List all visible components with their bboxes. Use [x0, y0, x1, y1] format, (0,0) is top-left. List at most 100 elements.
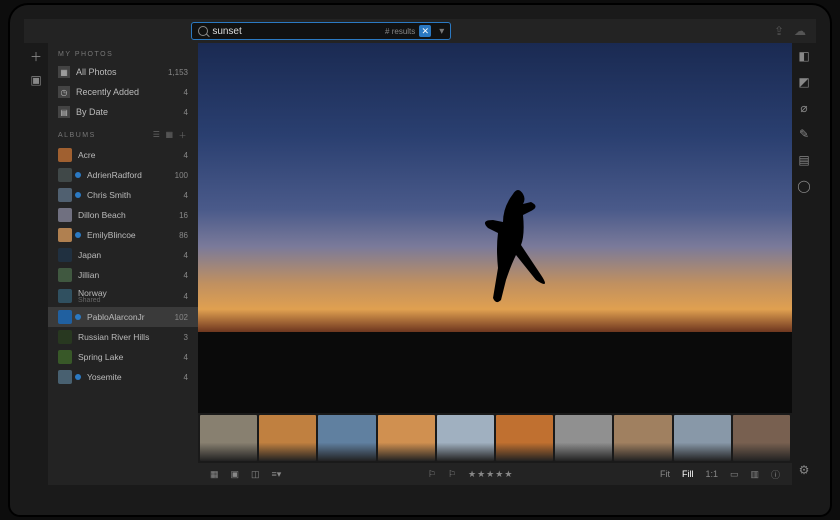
search-field[interactable]: # results ✕ ▾	[191, 22, 451, 40]
album-name: Acre	[78, 150, 95, 160]
filmstrip-thumb[interactable]	[200, 415, 257, 461]
album-name: PabloAlarconJr	[87, 312, 145, 322]
album-thumb	[58, 350, 72, 364]
cloud-sync-icon[interactable]: ☁	[794, 24, 806, 38]
album-sublabel: Shared	[78, 297, 178, 304]
settings-icon[interactable]: ⚙	[797, 463, 811, 477]
album-item[interactable]: EmilyBlincoe86	[48, 225, 198, 245]
album-name: Dillon Beach	[78, 210, 126, 220]
album-item[interactable]: PabloAlarconJr 102	[48, 307, 198, 327]
filmstrip-thumb[interactable]	[378, 415, 435, 461]
clear-search-button[interactable]: ✕	[419, 25, 431, 37]
album-item[interactable]: AdrienRadford100	[48, 165, 198, 185]
view-grid-button[interactable]: ▦	[206, 467, 223, 482]
nav-label: By Date	[76, 107, 108, 117]
filmstrip-thumb[interactable]	[733, 415, 790, 461]
album-thumb	[58, 248, 72, 262]
view-list-icon[interactable]: ☰	[153, 130, 162, 141]
left-rail: ＋ ▣	[24, 43, 48, 485]
album-thumb	[58, 268, 72, 282]
album-count: 4	[184, 251, 188, 260]
album-name: Jillian	[78, 270, 99, 280]
album-count: 4	[184, 292, 188, 301]
album-thumb	[58, 330, 72, 344]
album-name: AdrienRadford	[87, 170, 142, 180]
brush-icon[interactable]: ✎	[797, 127, 811, 141]
album-count: 4	[184, 151, 188, 160]
add-icon[interactable]: ＋	[29, 49, 43, 63]
album-count: 102	[175, 313, 188, 322]
fill-button[interactable]: Fill	[678, 467, 698, 481]
rating-stars[interactable]: ★★★★★	[464, 467, 517, 482]
album-item[interactable]: Chris Smith4	[48, 185, 198, 205]
flag-reject-icon[interactable]: ⚐	[444, 467, 460, 482]
album-item[interactable]: Dillon Beach16	[48, 205, 198, 225]
gradient-icon[interactable]: ▤	[797, 153, 811, 167]
filmstrip-thumb[interactable]	[555, 415, 612, 461]
flag-pick-icon[interactable]: ⚐	[424, 467, 440, 482]
album-thumb	[58, 228, 72, 242]
crop-icon[interactable]: ◩	[797, 75, 811, 89]
nav-label: All Photos	[76, 67, 117, 77]
album-item[interactable]: Spring Lake4	[48, 347, 198, 367]
share-icon[interactable]: ⇪	[774, 24, 784, 38]
album-count: 4	[184, 271, 188, 280]
view-single-button[interactable]: ▣	[227, 467, 244, 482]
view-grid-icon[interactable]: ▦	[165, 130, 174, 141]
fit-button[interactable]: Fit	[656, 467, 674, 481]
nav-count: 4	[184, 88, 188, 97]
album-item[interactable]: Jillian 4	[48, 265, 198, 285]
nav-item[interactable]: ◷ Recently Added 4	[48, 82, 198, 102]
nav-count: 4	[184, 108, 188, 117]
album-list: Acre4AdrienRadford100Chris Smith4Dillon …	[48, 145, 198, 485]
silhouette	[483, 184, 553, 314]
filmstrip-thumb[interactable]	[496, 415, 553, 461]
shared-badge-icon	[75, 374, 81, 380]
album-thumb	[58, 289, 72, 303]
album-thumb	[58, 168, 72, 182]
main-panel: ▦ ▣ ◫ ≡▾ ⚐ ⚐ ★★★★★ Fit Fill 1:1 ▭ ▥	[198, 43, 792, 485]
library-icon[interactable]: ▣	[29, 73, 43, 87]
thumb-size-icon[interactable]: ▭	[726, 467, 743, 482]
filmstrip-thumb[interactable]	[259, 415, 316, 461]
filmstrip-thumb[interactable]	[437, 415, 494, 461]
album-name: Spring Lake	[78, 352, 123, 362]
heal-icon[interactable]: ⌀	[797, 101, 811, 115]
section-albums: ALBUMS ☰ ▦ ＋	[48, 122, 198, 145]
sort-button[interactable]: ≡▾	[268, 467, 286, 482]
album-item[interactable]: NorwayShared4	[48, 285, 198, 307]
nav-item[interactable]: ▤By Date4	[48, 102, 198, 122]
album-item[interactable]: Yosemite4	[48, 367, 198, 387]
filmstrip[interactable]	[198, 413, 792, 463]
nav-count: 1,153	[168, 68, 188, 77]
search-results-count: # results	[385, 27, 415, 36]
ratio-button[interactable]: 1:1	[701, 467, 722, 481]
album-item[interactable]: Russian River Hills3	[48, 327, 198, 347]
filmstrip-thumb[interactable]	[674, 415, 731, 461]
app-window: # results ✕ ▾ ⇪ ☁ ＋ ▣ MY PHOTOS ▦All Pho…	[24, 19, 816, 485]
edit-icon[interactable]: ◧	[797, 49, 811, 63]
album-name: Japan	[78, 250, 101, 260]
filmstrip-thumb[interactable]	[318, 415, 375, 461]
right-rail: ◧ ◩ ⌀ ✎ ▤ ◯ ⚙	[792, 43, 816, 485]
album-item[interactable]: Acre 4	[48, 145, 198, 165]
album-item[interactable]: Japan 4	[48, 245, 198, 265]
histogram-icon[interactable]: ▥	[746, 467, 763, 482]
nav-icon: ◷	[58, 86, 70, 98]
search-icon	[198, 26, 208, 36]
nav-item[interactable]: ▦All Photos1,153	[48, 62, 198, 82]
album-name: Chris Smith	[87, 190, 131, 200]
album-thumb	[58, 148, 72, 162]
info-icon[interactable]: ⓘ	[767, 466, 784, 483]
radial-icon[interactable]: ◯	[797, 179, 811, 193]
filter-icon[interactable]: ▾	[439, 26, 444, 37]
bottom-toolbar: ▦ ▣ ◫ ≡▾ ⚐ ⚐ ★★★★★ Fit Fill 1:1 ▭ ▥	[198, 463, 792, 485]
filmstrip-thumb[interactable]	[614, 415, 671, 461]
album-name: Yosemite	[87, 372, 122, 382]
album-thumb	[58, 310, 72, 324]
search-input[interactable]	[212, 26, 381, 37]
add-album-icon[interactable]: ＋	[179, 130, 189, 141]
view-compare-button[interactable]: ◫	[247, 467, 264, 482]
nav-label: Recently Added	[76, 87, 139, 97]
photo-viewer[interactable]	[198, 43, 792, 413]
